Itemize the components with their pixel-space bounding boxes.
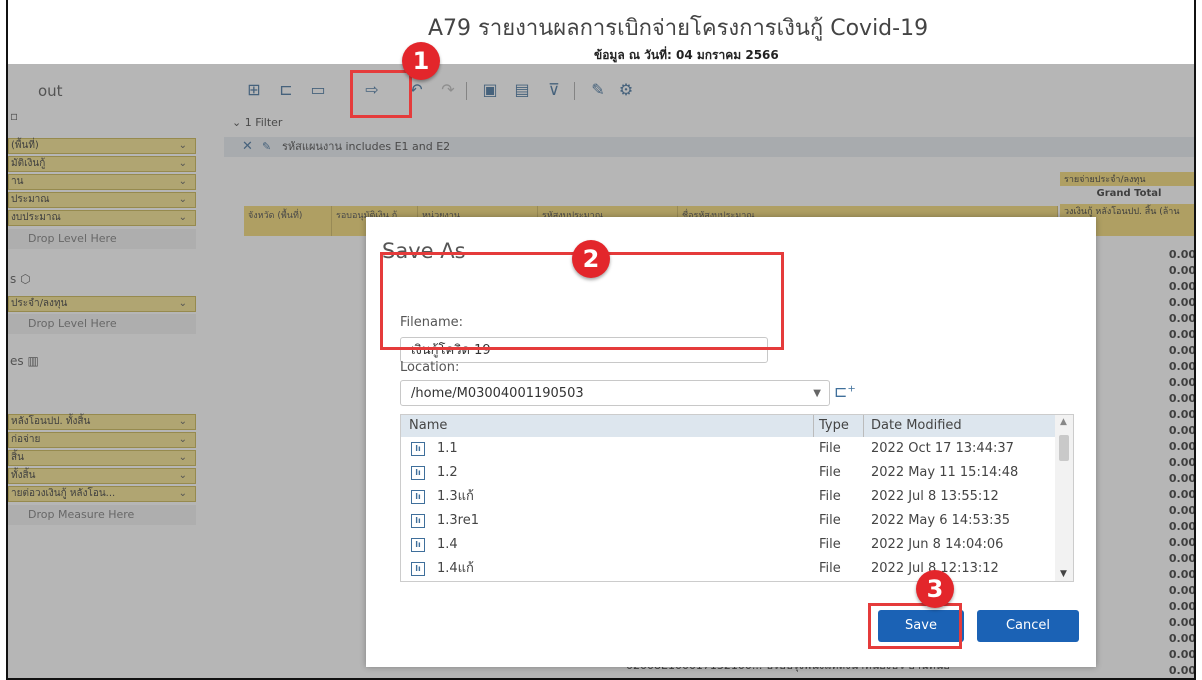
file-date: 2022 Oct 17 13:44:37 (871, 441, 1014, 456)
report-title: A79 รายงานผลการเบิกจ่ายโครงการเงินกู้ Co… (428, 16, 929, 41)
app-frame: A79 รายงานผลการเบิกจ่ายโครงการเงินกู้ Co… (6, 0, 1196, 680)
report-file-icon: lı (411, 514, 425, 528)
file-date: 2022 Jun 8 14:04:06 (871, 537, 1004, 552)
file-list: Name Type Date Modified lı 1.1 File 2022 Oc… (400, 414, 1074, 582)
file-row[interactable]: lı 1.1 File 2022 Oct 17 13:44:37 (401, 437, 1073, 461)
file-list-header: Name Type Date Modified (401, 415, 1073, 437)
column-name-header[interactable]: Name (409, 415, 447, 437)
caret-down-icon: ▼ (813, 388, 821, 399)
file-row[interactable]: lı 1.3แก้ File 2022 Jul 8 13:55:12 (401, 485, 1073, 509)
report-file-icon: lı (411, 442, 425, 456)
file-rows: lı 1.1 File 2022 Oct 17 13:44:37 lı 1.2 File 20… (401, 437, 1073, 582)
file-type: File (819, 465, 841, 480)
column-date-header[interactable]: Date Modified (871, 415, 962, 437)
new-folder-icon[interactable]: ⊏⁺ (834, 379, 858, 405)
file-type: File (819, 581, 841, 582)
callout-number: 3 (916, 570, 954, 608)
file-type: File (819, 441, 841, 456)
column-type-header[interactable]: Type (819, 415, 849, 437)
location-label: Location: (400, 360, 460, 375)
file-row[interactable]: lı 1.2 File 2022 May 11 15:14:48 (401, 461, 1073, 485)
file-name: 1.2 (437, 465, 458, 480)
file-row[interactable]: lı 1.4 File 2022 Jun 8 14:04:06 (401, 533, 1073, 557)
scroll-thumb[interactable] (1059, 435, 1069, 461)
file-date: 2022 May 11 15:14:48 (871, 465, 1019, 480)
callout-box-save (868, 603, 962, 649)
file-type: File (819, 489, 841, 504)
file-date: 2022 May 6 14:53:35 (871, 513, 1011, 528)
report-file-icon: lı (411, 490, 425, 504)
file-list-scrollbar[interactable]: ▲ ▼ (1055, 415, 1073, 581)
report-file-icon: lı (411, 562, 425, 576)
location-select[interactable]: /home/M03004001190503 ▼ (400, 380, 830, 406)
file-name: 2 GL (437, 581, 467, 582)
file-name: 1.1 (437, 441, 458, 456)
file-type: File (819, 561, 841, 576)
callout-box-save-as (350, 70, 412, 118)
report-file-icon: lı (411, 538, 425, 552)
file-row[interactable]: lı2 GLFile2022 May 6 10:09:44 (401, 581, 1073, 582)
report-file-icon: lı (411, 466, 425, 480)
file-name: 1.4 (437, 537, 458, 552)
cancel-button[interactable]: Cancel (977, 610, 1079, 642)
file-row[interactable]: lı 1.4แก้ File 2022 Jul 8 12:13:12 (401, 557, 1073, 581)
file-type: File (819, 537, 841, 552)
file-date: 2022 Jul 8 13:55:12 (871, 489, 999, 504)
report-date: ข้อมูล ณ วันที่: 04 มกราคม 2566 (594, 48, 779, 62)
file-type: File (819, 513, 841, 528)
callout-number: 2 (572, 240, 610, 278)
scroll-down-icon[interactable]: ▼ (1060, 569, 1067, 579)
file-name: 1.3แก้ (437, 489, 474, 504)
file-name: 1.4แก้ (437, 561, 474, 576)
scroll-up-icon[interactable]: ▲ (1060, 417, 1067, 427)
callout-number: 1 (402, 42, 440, 80)
file-name: 1.3re1 (437, 513, 480, 528)
file-row[interactable]: lı 1.3re1 File 2022 May 6 14:53:35 (401, 509, 1073, 533)
